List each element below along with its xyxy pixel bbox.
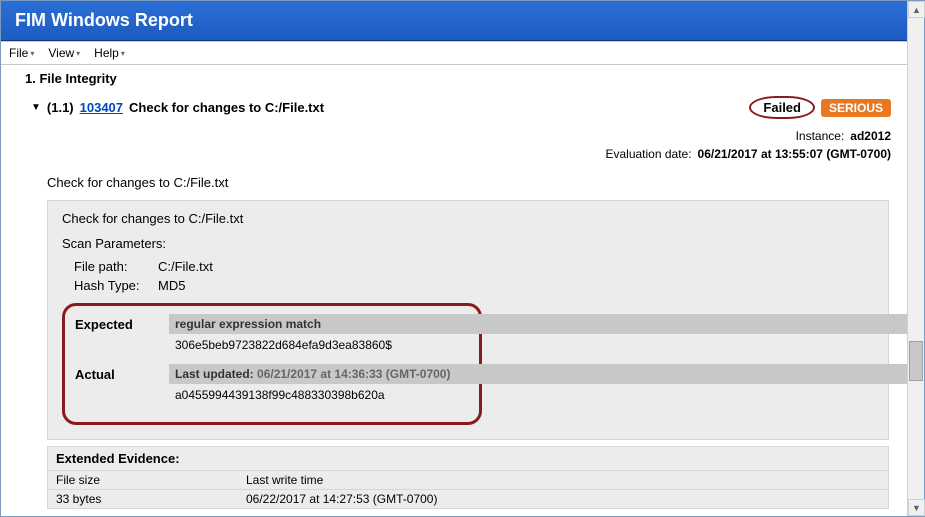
expected-label: Expected: [75, 314, 155, 332]
expected-actual-highlight: Expected regular expression match 306e5b…: [62, 303, 482, 425]
hash-type-value: MD5: [158, 278, 185, 293]
evidence-write-value: 06/22/2017 at 14:27:53 (GMT-0700): [238, 490, 888, 509]
chevron-down-icon: ▾: [76, 49, 80, 58]
evidence-table: File size Last write time 33 bytes 06/22…: [48, 471, 888, 508]
check-id-link[interactable]: 103407: [80, 100, 123, 115]
file-path-value: C:/File.txt: [158, 259, 213, 274]
scroll-up-icon[interactable]: ▲: [908, 1, 925, 18]
status-badge: Failed: [749, 96, 815, 119]
menu-help[interactable]: Help ▾: [94, 46, 125, 60]
check-subtitle: Check for changes to C:/File.txt: [11, 165, 897, 196]
table-row: 33 bytes 06/22/2017 at 14:27:53 (GMT-070…: [48, 490, 888, 509]
chevron-down-icon: ▾: [30, 49, 34, 58]
actual-label: Actual: [75, 364, 155, 382]
evaluation-date-value: 06/21/2017 at 13:55:07 (GMT-0700): [698, 147, 891, 161]
evaluation-date-label: Evaluation date:: [605, 147, 691, 161]
hash-type-label: Hash Type:: [74, 278, 144, 293]
menu-file[interactable]: File ▾: [9, 46, 34, 60]
scan-parameters-label: Scan Parameters:: [62, 236, 874, 251]
scrollbar-thumb[interactable]: [909, 341, 923, 381]
report-title: FIM Windows Report: [15, 10, 193, 30]
actual-last-updated: Last updated: 06/21/2017 at 14:36:33 (GM…: [169, 364, 469, 384]
instance-value: ad2012: [850, 129, 891, 143]
vertical-scrollbar[interactable]: ▲ ▼: [907, 1, 924, 516]
file-path-label: File path:: [74, 259, 144, 274]
expected-rule: regular expression match: [169, 314, 469, 334]
scroll-down-icon[interactable]: ▼: [908, 499, 925, 516]
check-title: Check for changes to C:/File.txt: [129, 100, 324, 115]
section-heading: 1. File Integrity: [11, 71, 897, 90]
report-header: FIM Windows Report: [1, 1, 907, 41]
check-row: ▼ (1.1) 103407 Check for changes to C:/F…: [11, 90, 897, 125]
extended-evidence-panel: Extended Evidence: File size Last write …: [47, 446, 889, 509]
severity-badge: SERIOUS: [821, 99, 891, 117]
evidence-col-write: Last write time: [238, 471, 888, 490]
actual-value: a0455994439138f99c488330398b620a: [169, 384, 469, 412]
menu-view[interactable]: View ▾: [48, 46, 80, 60]
instance-label: Instance:: [796, 129, 845, 143]
menu-bar: File ▾ View ▾ Help ▾: [1, 41, 907, 65]
evidence-col-size: File size: [48, 471, 238, 490]
expected-value: 306e5beb9723822d684efa9d3ea83860$: [169, 334, 469, 362]
evidence-size-value: 33 bytes: [48, 490, 238, 509]
expand-toggle-icon[interactable]: ▼: [31, 102, 41, 113]
chevron-down-icon: ▾: [121, 49, 125, 58]
details-panel: Check for changes to C:/File.txt Scan Pa…: [47, 200, 889, 440]
check-number: (1.1): [47, 100, 74, 115]
panel-title: Check for changes to C:/File.txt: [62, 211, 874, 226]
evidence-title: Extended Evidence:: [48, 447, 888, 471]
